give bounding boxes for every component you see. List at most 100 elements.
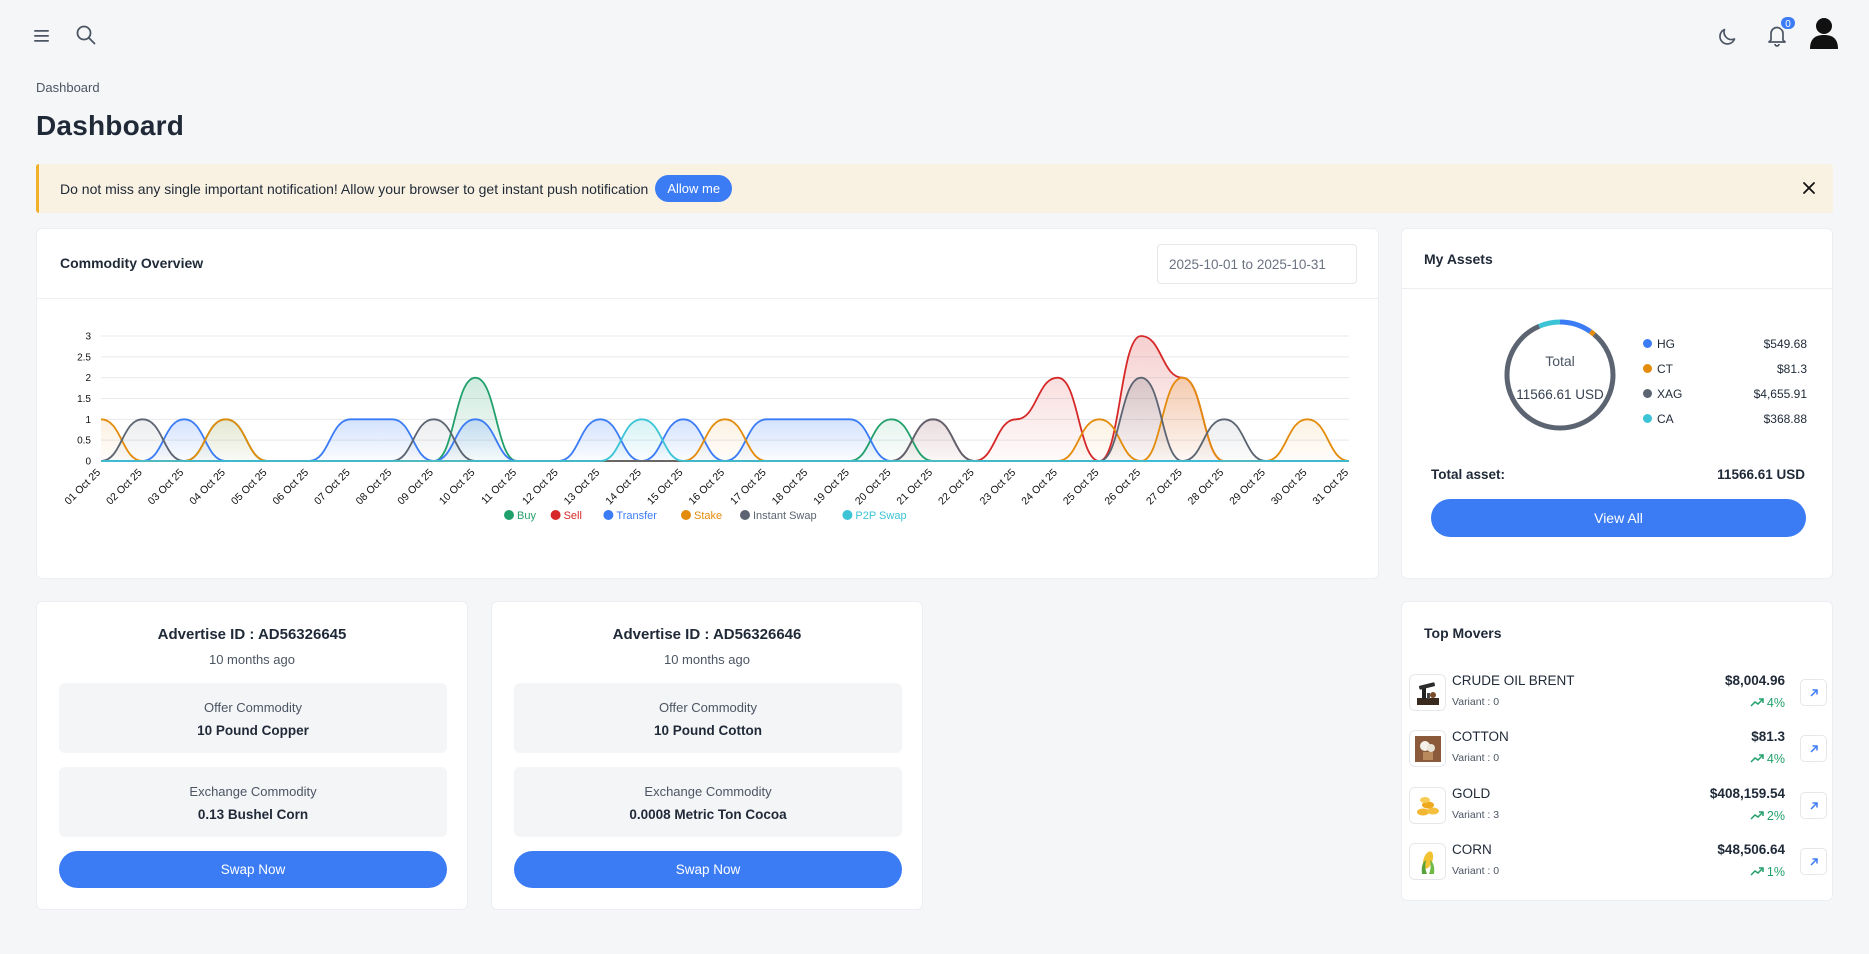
x-tick-label: 01 Oct 25 <box>62 467 103 508</box>
top-bar: 0 <box>0 0 1869 68</box>
y-tick-label: 0.5 <box>77 436 91 447</box>
legend-dot <box>1643 339 1652 348</box>
swap-now-button[interactable]: Swap Now <box>514 851 902 888</box>
offer-commodity-label: Offer Commodity <box>203 700 302 715</box>
mover-row-corn[interactable]: CORN Variant : 0 $48,506.64 1% <box>1409 840 1827 884</box>
asset-row-xag: XAG $4,655.91 <box>1643 381 1813 406</box>
advertise-card: Advertise ID : AD56326645 10 months ago … <box>36 601 468 910</box>
x-tick-label: 17 Oct 25 <box>728 467 769 508</box>
mover-name: CRUDE OIL BRENT <box>1452 673 1575 688</box>
arrow-up-right-icon[interactable] <box>1800 792 1827 819</box>
asset-row-ca: CA $368.88 <box>1643 406 1813 431</box>
advertise-time: 10 months ago <box>208 652 295 667</box>
asset-name: CT <box>1657 361 1673 376</box>
asset-name: XAG <box>1657 386 1683 401</box>
exchange-commodity-value: 0.0008 Metric Ton Cocoa <box>629 807 787 822</box>
mover-price: $48,506.64 <box>1717 842 1785 857</box>
mover-variant: Variant : 3 <box>1452 809 1500 821</box>
mover-row-crude-oil-brent[interactable]: CRUDE OIL BRENT Variant : 0 $8,004.96 4% <box>1409 671 1827 715</box>
top-movers-header: Top Movers <box>1402 602 1832 663</box>
arrow-up-right-icon[interactable] <box>1800 679 1827 706</box>
advertise-id: Advertise ID : AD56326645 <box>157 626 347 643</box>
my-assets-title: My Assets <box>1424 251 1493 267</box>
gold-coins-icon <box>1409 787 1446 824</box>
mover-price: $8,004.96 <box>1724 673 1785 688</box>
legend-label: Stake <box>694 510 722 522</box>
x-tick-label: 09 Oct 25 <box>395 467 436 508</box>
asset-name: CA <box>1657 411 1674 426</box>
asset-value: $368.88 <box>1763 411 1807 426</box>
my-assets-card: My Assets Total 11566.61 USD HG $549.68 … <box>1401 228 1833 579</box>
commodity-overview-header: Commodity Overview <box>37 229 1378 299</box>
trending-up-icon <box>1750 754 1764 763</box>
exchange-commodity-label: Exchange Commodity <box>189 784 317 799</box>
x-tick-label: 30 Oct 25 <box>1269 467 1310 508</box>
legend-label: Sell <box>564 510 582 522</box>
bell-icon[interactable]: 0 <box>1760 15 1797 52</box>
arrow-up-right-icon[interactable] <box>1800 735 1827 762</box>
exchange-commodity-value: 0.13 Bushel Corn <box>197 807 309 822</box>
mover-change-value: 4% <box>1766 696 1785 710</box>
date-range-input[interactable] <box>1157 244 1357 284</box>
cotton-icon <box>1409 730 1446 767</box>
hamburger-menu-icon[interactable] <box>28 22 56 50</box>
offer-commodity-box: Offer Commodity 10 Pound Copper <box>59 683 447 753</box>
top-movers-card: Top Movers CRUDE OIL BRENT Variant : 0 $… <box>1401 601 1833 901</box>
my-assets-header: My Assets <box>1402 229 1832 289</box>
x-tick-label: 12 Oct 25 <box>520 467 561 508</box>
alert-text: Do not miss any single important notific… <box>60 180 649 197</box>
commodity-overview-chart: 0 0.5 1 1.5 2 2.5 3 01 Oct 25 02 Oct 25 03 Oct 25… <box>62 332 1351 523</box>
x-tick-label: 18 Oct 25 <box>770 467 811 508</box>
x-tick-label: 14 Oct 25 <box>603 467 644 508</box>
legend-dot <box>1643 364 1652 373</box>
mover-variant: Variant : 0 <box>1452 696 1500 708</box>
allow-notifications-button[interactable]: Allow me <box>655 175 733 202</box>
y-tick-label: 3 <box>85 332 91 343</box>
asset-value: $549.68 <box>1763 336 1807 351</box>
mover-row-gold[interactable]: GOLD Variant : 3 $408,159.54 2% <box>1409 784 1827 828</box>
x-tick-label: 13 Oct 25 <box>562 467 603 508</box>
advertise-card: Advertise ID : AD56326646 10 months ago … <box>491 601 923 910</box>
x-tick-label: 24 Oct 25 <box>1019 467 1060 508</box>
legend-marker <box>504 510 514 520</box>
push-notification-alert: Do not miss any single important notific… <box>36 164 1833 213</box>
x-tick-label: 07 Oct 25 <box>312 467 353 508</box>
arrow-up-right-icon[interactable] <box>1800 848 1827 875</box>
x-tick-label: 19 Oct 25 <box>811 467 852 508</box>
view-all-button[interactable]: View All <box>1431 499 1806 537</box>
donut-total-label: Total <box>1545 353 1575 369</box>
x-tick-label: 05 Oct 25 <box>229 467 270 508</box>
x-tick-label: 27 Oct 25 <box>1144 467 1185 508</box>
corn-icon <box>1409 843 1446 880</box>
y-tick-label: 2 <box>85 373 91 384</box>
x-tick-label: 29 Oct 25 <box>1227 467 1268 508</box>
asset-value: $4,655.91 <box>1753 386 1807 401</box>
x-tick-label: 06 Oct 25 <box>270 467 311 508</box>
y-tick-label: 0 <box>85 457 91 468</box>
mover-name: COTTON <box>1452 729 1509 744</box>
assets-donut-chart <box>1504 319 1616 431</box>
user-avatar-icon[interactable] <box>1806 14 1842 52</box>
close-icon[interactable] <box>1799 178 1819 198</box>
x-tick-label: 11 Oct 25 <box>479 467 519 507</box>
exchange-commodity-box: Exchange Commodity 0.13 Bushel Corn <box>59 767 447 837</box>
mover-row-cotton[interactable]: COTTON Variant : 0 $81.3 4% <box>1409 727 1827 771</box>
asset-row-hg: HG $549.68 <box>1643 331 1813 356</box>
offer-commodity-value: 10 Pound Copper <box>197 723 309 738</box>
search-icon[interactable] <box>72 20 100 50</box>
trending-up-icon <box>1750 811 1764 820</box>
mover-variant: Variant : 0 <box>1452 865 1500 877</box>
legend-marker <box>550 510 561 520</box>
moon-icon[interactable] <box>1713 21 1743 51</box>
y-tick-label: 1.5 <box>77 394 91 405</box>
offer-commodity-label: Offer Commodity <box>658 700 757 715</box>
total-asset-row: Total asset: 11566.61 USD <box>1431 467 1805 482</box>
x-tick-label: 04 Oct 25 <box>187 467 228 508</box>
total-asset-value: 11566.61 USD <box>1717 467 1805 482</box>
swap-now-button[interactable]: Swap Now <box>59 851 447 888</box>
x-tick-label: 28 Oct 25 <box>1186 467 1227 508</box>
asset-row-ct: CT $81.3 <box>1643 356 1813 381</box>
donut-slice-xag <box>1504 319 1616 431</box>
offer-commodity-value: 10 Pound Cotton <box>654 723 762 738</box>
x-tick-label: 03 Oct 25 <box>146 467 187 508</box>
